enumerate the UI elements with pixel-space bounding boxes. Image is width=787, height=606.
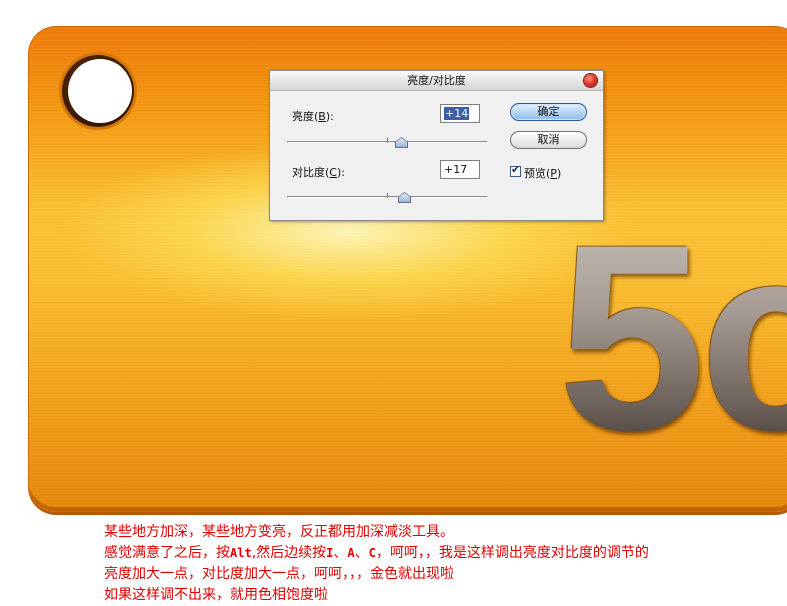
contrast-slider-thumb[interactable] bbox=[399, 193, 410, 202]
brightness-slider-thumb[interactable] bbox=[396, 138, 407, 147]
contrast-slider-center-tick bbox=[387, 193, 388, 198]
close-icon[interactable] bbox=[584, 74, 597, 87]
brightness-value: +14 bbox=[444, 107, 470, 120]
embossed-number: 5c bbox=[558, 206, 787, 471]
dialog-titlebar[interactable]: 亮度/对比度 bbox=[270, 71, 603, 91]
brightness-slider-center-tick bbox=[387, 138, 388, 143]
contrast-label: 对比度(C): bbox=[292, 166, 345, 179]
preview-checkbox[interactable]: ✔ bbox=[510, 163, 521, 177]
tutorial-caption: 某些地方加深，某些地方变亮，反正都用加深减淡工具。 感觉满意了之后，按Alt,然… bbox=[104, 522, 784, 606]
checkmark-icon: ✔ bbox=[511, 163, 521, 176]
cancel-button[interactable]: 取消 bbox=[510, 131, 587, 149]
preview-label[interactable]: 预览(P) bbox=[524, 165, 561, 181]
caption-line-2: 感觉满意了之后，按Alt,然后边续按I、A、C，呵呵，，我是这样调出亮度对比度的… bbox=[104, 545, 649, 561]
caption-line-3: 亮度加大一点，对比度加大一点，呵呵，，，金色就出现啦 bbox=[104, 566, 454, 582]
tag-hole bbox=[68, 59, 132, 123]
caption-line-1: 某些地方加深，某些地方变亮，反正都用加深减淡工具。 bbox=[104, 524, 454, 540]
contrast-input[interactable]: +17 bbox=[440, 160, 480, 179]
contrast-value: +17 bbox=[444, 163, 468, 176]
dialog-title: 亮度/对比度 bbox=[407, 74, 466, 87]
ok-button[interactable]: 确定 bbox=[510, 103, 587, 121]
caption-line-4: 如果这样调不出来，就用色相饱度啦 bbox=[104, 587, 328, 603]
brightness-contrast-dialog: 亮度/对比度 亮度(B): +14 对比度(C): +17 确定 取消 ✔ 预览… bbox=[269, 70, 604, 221]
brightness-label: 亮度(B): bbox=[292, 110, 334, 123]
brightness-input[interactable]: +14 bbox=[440, 104, 480, 123]
